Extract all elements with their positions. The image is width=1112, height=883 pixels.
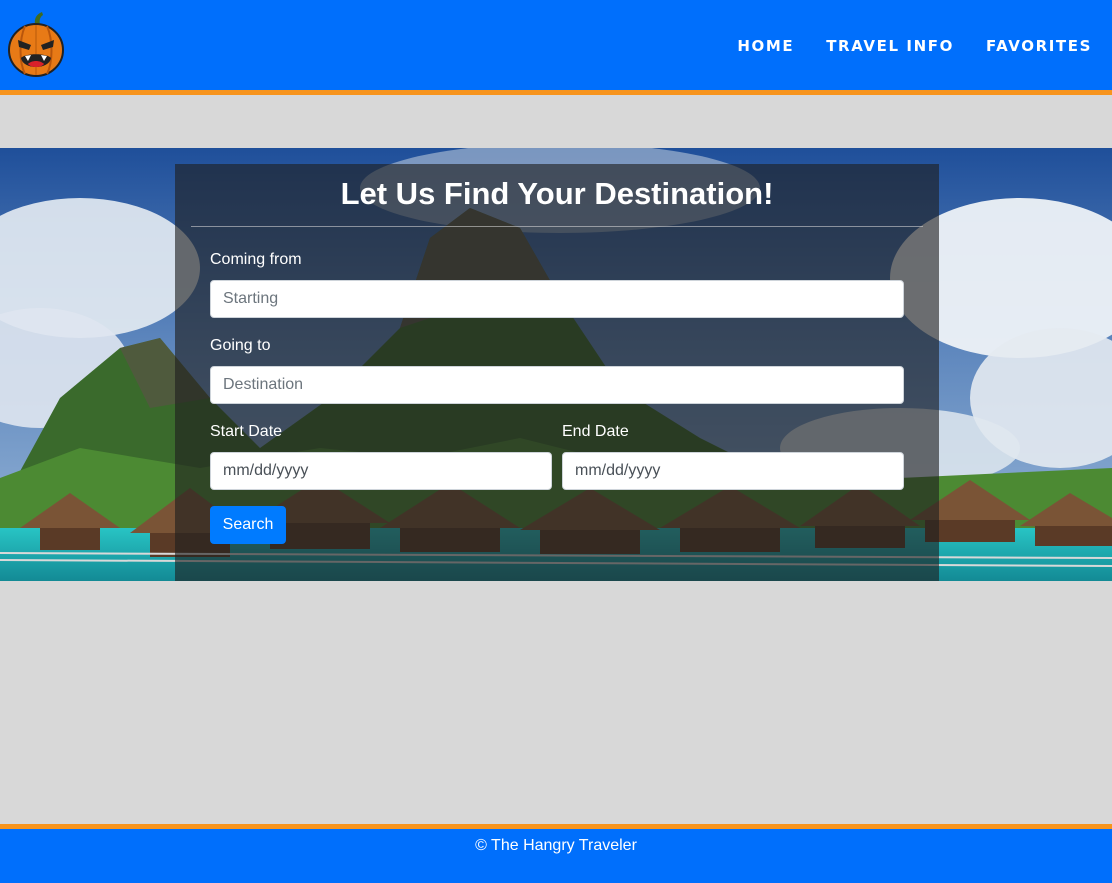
hero-section: Let Us Find Your Destination! Coming fro… xyxy=(0,148,1112,581)
start-date-input[interactable] xyxy=(210,452,552,490)
form-title: Let Us Find Your Destination! xyxy=(340,176,774,211)
origin-label: Coming from xyxy=(210,251,302,268)
nav-link-home[interactable]: HOME xyxy=(737,37,794,55)
pumpkin-logo-icon[interactable] xyxy=(7,10,65,78)
title-divider xyxy=(191,226,923,227)
end-date-input[interactable] xyxy=(562,452,904,490)
footer-copyright: © The Hangry Traveler xyxy=(475,837,637,854)
nav-links: HOME TRAVEL INFO FAVORITES xyxy=(737,37,1092,55)
start-date-label: Start Date xyxy=(210,423,283,440)
search-form-card: Let Us Find Your Destination! Coming fro… xyxy=(175,164,939,581)
end-date-label: End Date xyxy=(562,423,629,440)
navbar: HOME TRAVEL INFO FAVORITES xyxy=(0,0,1112,95)
destination-label: Going to xyxy=(210,337,271,354)
footer: © The Hangry Traveler xyxy=(0,824,1112,883)
destination-input[interactable] xyxy=(210,366,904,404)
nav-link-travel-info[interactable]: TRAVEL INFO xyxy=(826,37,954,55)
origin-input[interactable] xyxy=(210,280,904,318)
nav-link-favorites[interactable]: FAVORITES xyxy=(986,37,1092,55)
search-button[interactable]: Search xyxy=(210,506,286,544)
